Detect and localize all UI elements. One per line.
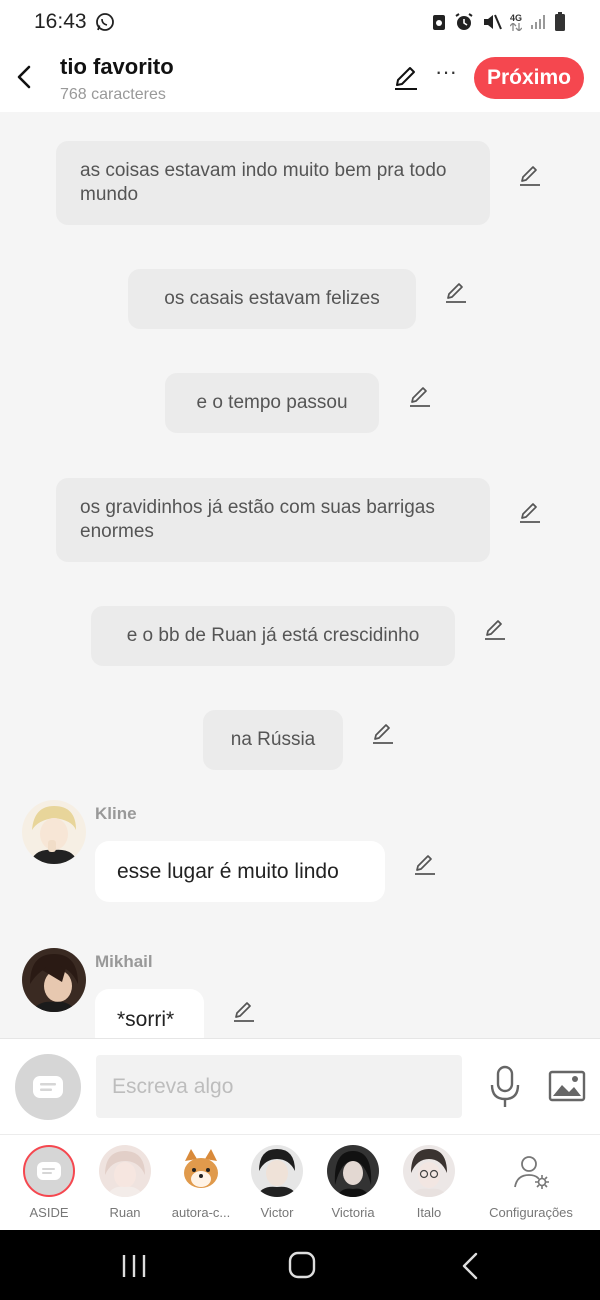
italo-avatar	[403, 1145, 455, 1197]
next-button[interactable]: Próximo	[474, 57, 584, 99]
edit-narration-button[interactable]	[518, 500, 542, 524]
chat-bubble-icon	[37, 1162, 61, 1180]
mute-icon	[482, 13, 502, 31]
aside-avatar	[23, 1145, 75, 1197]
narration-bubble[interactable]: os casais estavam felizes	[128, 269, 416, 329]
pencil-icon	[485, 620, 505, 640]
narration-bubble[interactable]: os gravidinhos já estão com suas barriga…	[56, 478, 490, 562]
pencil-icon	[410, 387, 430, 407]
character-aside[interactable]: ASIDE	[11, 1145, 87, 1220]
narration-text: os gravidinhos já estão com suas barriga…	[80, 497, 435, 542]
recent-apps-button[interactable]	[114, 1250, 154, 1282]
autora-avatar	[175, 1145, 227, 1197]
narration-text: e o tempo passou	[196, 392, 348, 413]
user-settings-icon	[514, 1156, 549, 1189]
edit-narration-button[interactable]	[408, 384, 432, 408]
edit-narration-button[interactable]	[483, 617, 507, 641]
narration-mode-button[interactable]	[15, 1054, 81, 1120]
edit-narration-button[interactable]	[444, 280, 468, 304]
victor-avatar	[251, 1145, 303, 1197]
character-label: Ruan	[109, 1205, 141, 1220]
whatsapp-icon	[95, 12, 115, 32]
character-autora[interactable]: autora-c...	[163, 1145, 239, 1220]
microphone-icon	[490, 1065, 520, 1107]
alarm-icon	[454, 12, 474, 32]
avatar-mikhail[interactable]	[22, 948, 86, 1012]
composer	[0, 1038, 600, 1134]
story-header: tio favorito 768 caracteres ··· Próximo	[0, 44, 600, 112]
edit-narration-button[interactable]	[518, 163, 542, 187]
settings-avatar	[505, 1145, 557, 1197]
status-time: 16:43	[34, 10, 87, 33]
character-ruan[interactable]: Ruan	[87, 1145, 163, 1220]
pencil-icon	[446, 283, 466, 303]
character-label: Victor	[260, 1205, 294, 1220]
edit-narration-button[interactable]	[371, 721, 395, 745]
chat-bubble-icon	[33, 1076, 63, 1098]
back-nav-icon	[462, 1252, 478, 1280]
status-bar: 16:43 4G	[0, 0, 600, 44]
pencil-icon	[520, 166, 540, 186]
message-input[interactable]	[96, 1055, 462, 1118]
narration-bubble[interactable]: e o tempo passou	[165, 373, 379, 433]
edit-message-button[interactable]	[413, 852, 437, 876]
back-arrow-icon	[17, 65, 31, 89]
pencil-icon	[234, 1002, 254, 1022]
character-label: Victoria	[331, 1205, 375, 1220]
back-nav-button[interactable]	[452, 1250, 492, 1282]
signal-icon	[530, 14, 546, 30]
recent-apps-icon	[122, 1255, 146, 1277]
message-bubble[interactable]: *sorri*	[95, 989, 204, 1038]
home-icon	[288, 1251, 316, 1279]
character-victor[interactable]: Victor	[239, 1145, 315, 1220]
home-button[interactable]	[282, 1250, 322, 1282]
character-name: Mikhail	[95, 952, 153, 971]
recycle-icon	[432, 13, 446, 31]
battery-icon	[554, 12, 566, 32]
settings-button[interactable]: Configurações	[484, 1145, 578, 1220]
narration-bubble[interactable]: na Rússia	[203, 710, 343, 770]
back-button[interactable]	[10, 60, 38, 94]
pencil-icon	[520, 503, 540, 523]
character-label: Configurações	[489, 1205, 573, 1220]
microphone-button[interactable]	[488, 1065, 522, 1109]
character-name: Kline	[95, 804, 137, 823]
ruan-avatar	[99, 1145, 151, 1197]
image-button[interactable]	[548, 1067, 586, 1105]
character-label: ASIDE	[29, 1205, 69, 1220]
narration-bubble[interactable]: as coisas estavam indo muito bem pra tod…	[56, 141, 490, 225]
character-count: 768 caracteres	[60, 86, 166, 103]
story-chat[interactable]: as coisas estavam indo muito bem pra tod…	[0, 112, 600, 1038]
more-options-button[interactable]: ···	[432, 61, 460, 90]
narration-text: os casais estavam felizes	[164, 288, 380, 309]
network-label: 4G	[509, 13, 522, 31]
victoria-avatar	[327, 1145, 379, 1197]
narration-bubble[interactable]: e o bb de Ruan já está crescidinho	[91, 606, 455, 666]
message-text: *sorri*	[117, 1007, 175, 1031]
character-bar: ASIDE Ruan autora-c... Victor Victoria I…	[0, 1134, 600, 1230]
story-title: tio favorito	[60, 54, 174, 79]
edit-title-button[interactable]	[392, 64, 420, 92]
character-victoria[interactable]: Victoria	[315, 1145, 391, 1220]
pencil-icon	[395, 67, 417, 90]
character-italo[interactable]: Italo	[391, 1145, 467, 1220]
narration-text: na Rússia	[230, 729, 316, 750]
character-label: autora-c...	[171, 1205, 231, 1220]
image-icon	[548, 1070, 586, 1102]
avatar-kline[interactable]	[22, 800, 86, 864]
message-text: esse lugar é muito lindo	[117, 859, 339, 883]
pencil-icon	[373, 724, 393, 744]
edit-message-button[interactable]	[232, 999, 256, 1023]
narration-text: as coisas estavam indo muito bem pra tod…	[80, 160, 447, 205]
message-bubble[interactable]: esse lugar é muito lindo	[95, 841, 385, 902]
status-icons: 4G	[432, 12, 566, 32]
system-nav-bar	[0, 1230, 600, 1300]
pencil-icon	[415, 855, 435, 875]
narration-text: e o bb de Ruan já está crescidinho	[126, 625, 420, 646]
character-label: Italo	[416, 1205, 442, 1220]
